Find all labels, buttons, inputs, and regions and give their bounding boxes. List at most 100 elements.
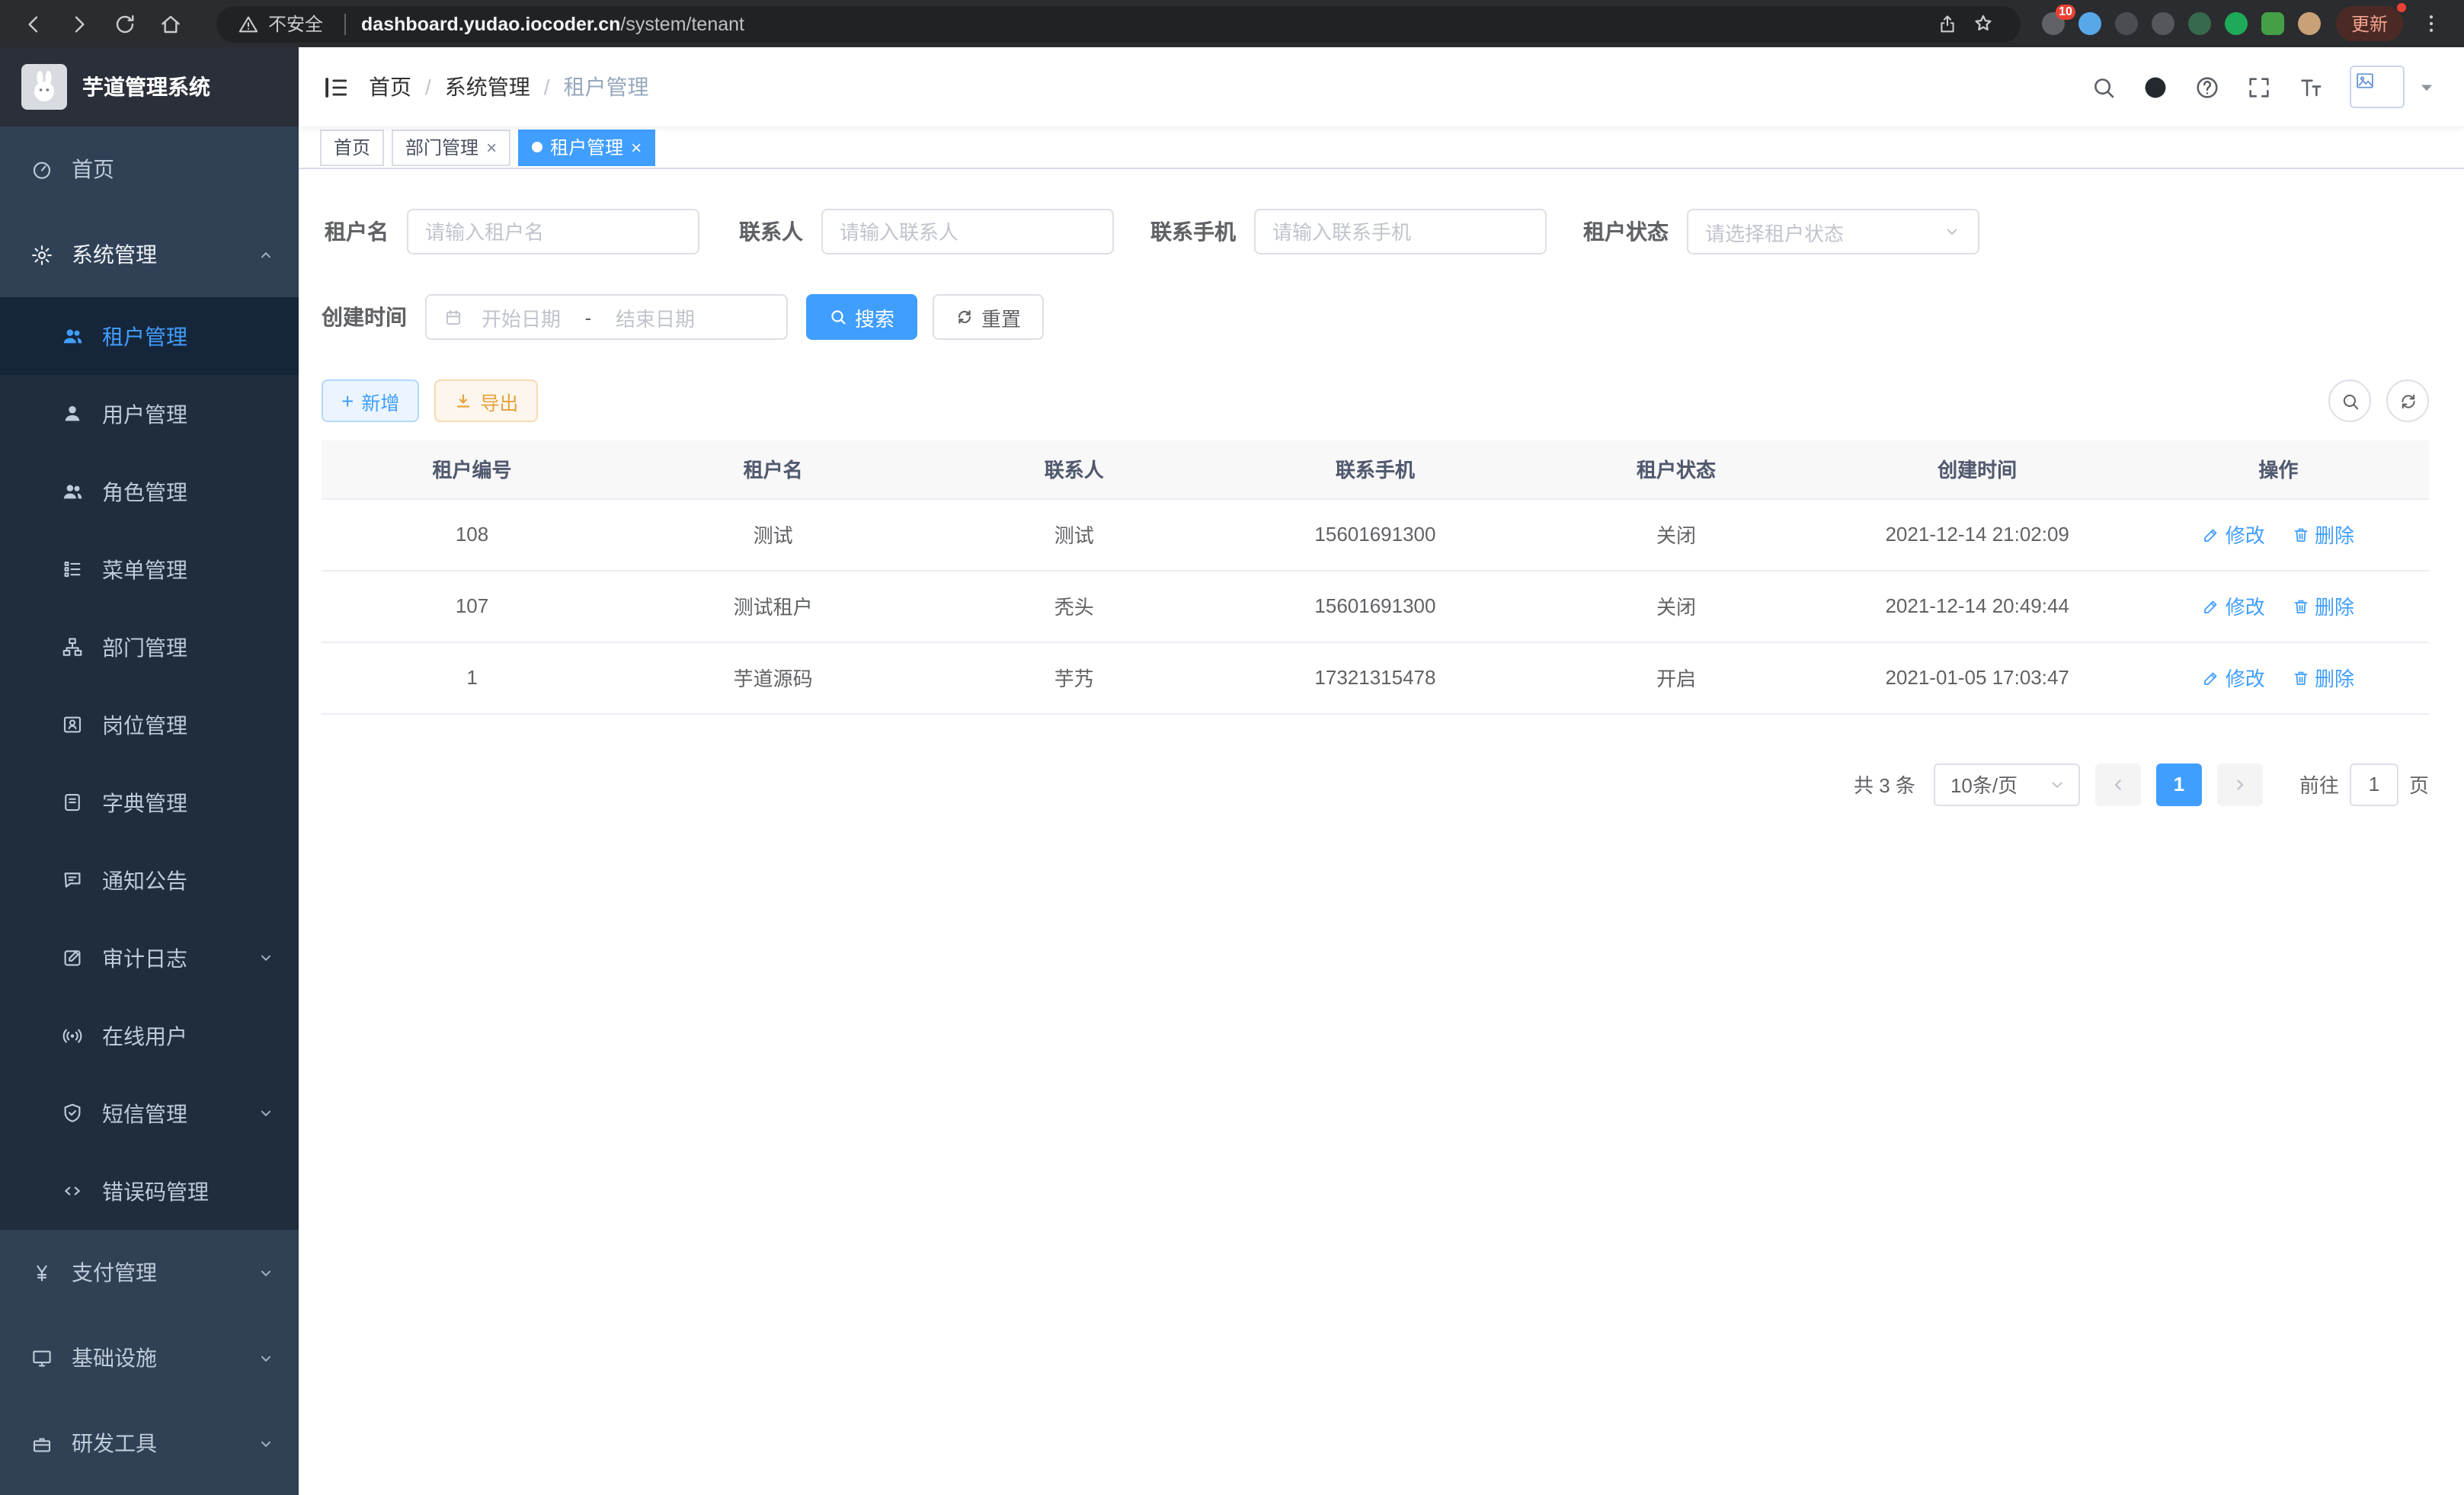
tag-tenant-active[interactable]: 租户管理 × [518, 129, 655, 165]
sidebar-item-infrastructure[interactable]: 基础设施 [0, 1315, 299, 1401]
book-icon [61, 791, 84, 814]
security-warning-icon[interactable] [235, 5, 262, 42]
toolbox-icon [30, 1432, 53, 1455]
cell-phone: 15601691300 [1224, 498, 1525, 570]
extension-icon[interactable]: 10 [2042, 12, 2065, 35]
sidebar-item-dict[interactable]: 字典管理 [0, 764, 299, 841]
app-title: 芋道管理系统 [82, 72, 210, 102]
browser-menu-kebab-icon[interactable] [2412, 5, 2449, 42]
bookmark-star-icon[interactable] [1966, 5, 2002, 42]
cell-phone: 17321315478 [1224, 642, 1525, 713]
sidebar-item-post[interactable]: 岗位管理 [0, 686, 299, 764]
sidebar-item-payment[interactable]: 支付管理 [0, 1230, 299, 1315]
url-text[interactable]: dashboard.yudao.iocoder.cn/system/tenant [361, 13, 744, 34]
docs-question-icon[interactable] [2194, 74, 2220, 100]
delete-link[interactable]: 删除 [2292, 663, 2354, 692]
cell-created: 2021-01-05 17:03:47 [1827, 642, 2128, 713]
extension-icon[interactable] [2261, 12, 2284, 35]
fullscreen-icon[interactable] [2246, 74, 2272, 100]
sidebar-item-sms[interactable]: 短信管理 [0, 1074, 299, 1152]
sidebar-item-tenant[interactable]: 租户管理 [0, 297, 299, 375]
chevron-down-icon [2048, 775, 2066, 793]
sidebar-item-menu[interactable]: 菜单管理 [0, 530, 299, 608]
header-search-icon[interactable] [2091, 74, 2117, 100]
avatar-broken-image [2350, 66, 2405, 108]
extension-icon[interactable] [2152, 12, 2174, 35]
page-number-current[interactable]: 1 [2156, 763, 2202, 805]
sidebar-item-system[interactable]: 系统管理 [0, 212, 299, 297]
tag-home[interactable]: 首页 [320, 129, 384, 165]
share-icon[interactable] [1929, 5, 1966, 42]
breadcrumb-current: 租户管理 [564, 72, 649, 102]
extension-icon[interactable] [2225, 12, 2248, 35]
delete-link[interactable]: 删除 [2292, 520, 2354, 549]
user-avatar-menu[interactable] [2350, 66, 2440, 108]
goto-page-input[interactable] [2350, 763, 2398, 805]
sidebar-item-dept[interactable]: 部门管理 [0, 608, 299, 686]
close-icon[interactable]: × [486, 138, 497, 156]
sidebar-item-label: 角色管理 [102, 476, 187, 507]
sidebar-item-online-user[interactable]: 在线用户 [0, 997, 299, 1074]
sidebar-item-label: 短信管理 [102, 1098, 187, 1128]
add-button[interactable]: + 新增 [322, 379, 419, 422]
logo-rabbit-image [21, 64, 67, 110]
dashboard-icon [30, 158, 53, 181]
search-button[interactable]: 搜索 [806, 294, 917, 340]
export-button[interactable]: 导出 [434, 379, 538, 422]
reset-button[interactable]: 重置 [933, 294, 1044, 340]
github-icon[interactable] [2142, 74, 2168, 100]
edit-link[interactable]: 修改 [2203, 591, 2265, 620]
sidebar-toggle-icon[interactable] [322, 72, 350, 101]
contact-input[interactable] [840, 220, 1096, 243]
sidebar-item-label: 用户管理 [102, 399, 187, 429]
extension-icon[interactable] [2188, 12, 2211, 35]
extension-icon[interactable] [2298, 12, 2321, 35]
sidebar-item-error-code[interactable]: 错误码管理 [0, 1152, 299, 1230]
edit-link[interactable]: 修改 [2203, 663, 2265, 692]
status-select[interactable]: 请选择租户状态 [1687, 209, 1979, 255]
chevron-down-icon [258, 1435, 274, 1452]
app-logo[interactable]: 芋道管理系统 [0, 47, 299, 126]
tenant-name-input[interactable] [425, 220, 681, 243]
prev-page-button[interactable] [2095, 763, 2141, 805]
breadcrumb-home[interactable]: 首页 [369, 72, 411, 102]
address-bar[interactable]: 不安全 dashboard.yudao.iocoder.cn/system/te… [216, 5, 2021, 42]
cell-actions: 修改 删除 [2128, 498, 2429, 570]
cell-status: 关闭 [1526, 498, 1827, 570]
refresh-table-button[interactable] [2386, 379, 2429, 422]
sidebar-item-label: 错误码管理 [102, 1176, 209, 1206]
close-icon[interactable]: × [631, 138, 642, 156]
create-time-label: 创建时间 [322, 302, 425, 332]
update-alert-dot [2397, 3, 2406, 12]
next-page-button[interactable] [2217, 763, 2263, 805]
date-range-picker[interactable]: 开始日期 - 结束日期 [425, 294, 788, 340]
chrome-update-button[interactable]: 更新 [2336, 6, 2403, 41]
sidebar-item-role[interactable]: 角色管理 [0, 453, 299, 530]
search-form-row-1: 租户名 联系人 联系手机 租户状态 请选择租户状态 [322, 209, 2429, 255]
sidebar-item-audit-log[interactable]: 审计日志 [0, 919, 299, 997]
phone-input[interactable] [1272, 220, 1528, 243]
cell-contact: 测试 [923, 498, 1224, 570]
search-icon [2340, 391, 2360, 411]
browser-forward-icon[interactable] [61, 5, 98, 42]
breadcrumb-system[interactable]: 系统管理 [445, 72, 530, 102]
edit-link[interactable]: 修改 [2203, 520, 2265, 549]
page-size-select[interactable]: 10条/页 [1934, 763, 2080, 805]
tag-dept[interactable]: 部门管理 × [392, 129, 510, 165]
sidebar-item-dev-tools[interactable]: 研发工具 [0, 1401, 299, 1486]
sidebar-item-home[interactable]: 首页 [0, 126, 299, 212]
browser-home-icon[interactable] [152, 5, 189, 42]
toggle-search-button[interactable] [2328, 379, 2371, 422]
browser-extensions: 10 [2042, 12, 2321, 35]
browser-back-icon[interactable] [15, 5, 52, 42]
chevron-down-icon [258, 1105, 274, 1122]
tag-label: 部门管理 [405, 134, 478, 160]
extension-icon[interactable] [2078, 12, 2101, 35]
sidebar-item-notice[interactable]: 通知公告 [0, 841, 299, 919]
sidebar-item-user[interactable]: 用户管理 [0, 375, 299, 453]
delete-link[interactable]: 删除 [2292, 591, 2354, 620]
font-size-icon[interactable] [2298, 74, 2324, 100]
cell-status: 关闭 [1526, 570, 1827, 642]
browser-reload-icon[interactable] [107, 5, 143, 42]
extension-icon[interactable] [2115, 12, 2138, 35]
